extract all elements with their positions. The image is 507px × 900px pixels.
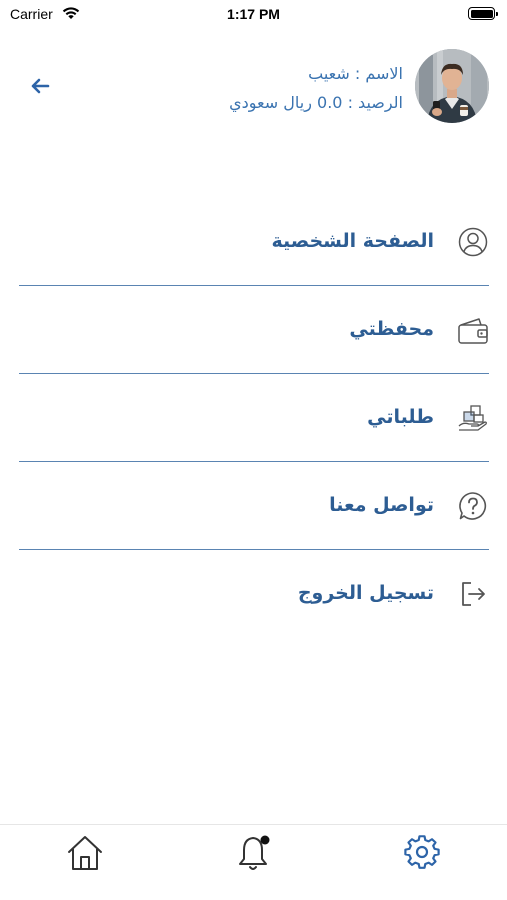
tab-settings[interactable]	[400, 833, 444, 877]
gear-icon	[404, 835, 440, 875]
notification-badge	[260, 835, 270, 845]
user-balance-line: الرصيد : 0.0 ريال سعودي	[229, 88, 403, 117]
avatar-photo	[415, 49, 489, 123]
tab-home[interactable]	[63, 833, 107, 877]
home-icon	[65, 833, 105, 877]
menu-item-orders[interactable]: طلباتي	[19, 374, 489, 462]
bell-icon	[233, 833, 273, 877]
name-label: الاسم :	[354, 64, 403, 83]
arrow-left-icon	[30, 78, 50, 98]
side-menu: الصفحة الشخصية محفظتي طلباتي تواصل معنا …	[19, 198, 489, 638]
menu-item-wallet[interactable]: محفظتي	[19, 286, 489, 374]
profile-header: الاسم : شعيب الرصيد : 0.0 ريال سعودي	[0, 45, 507, 130]
battery-icon	[468, 7, 498, 20]
menu-item-label: الصفحة الشخصية	[271, 230, 434, 252]
bottom-tab-bar	[0, 824, 507, 900]
orders-icon	[457, 402, 489, 434]
balance-label: الرصيد :	[347, 93, 403, 112]
user-name-line: الاسم : شعيب	[229, 59, 403, 88]
menu-item-profile[interactable]: الصفحة الشخصية	[19, 198, 489, 286]
question-circle-icon	[457, 490, 489, 522]
user-circle-icon	[457, 226, 489, 258]
logout-icon	[457, 578, 489, 610]
status-bar: Carrier 1:17 PM	[0, 0, 507, 30]
menu-item-label: تسجيل الخروج	[297, 582, 434, 604]
wallet-icon	[457, 314, 489, 346]
user-name: شعيب	[308, 64, 350, 83]
tab-notifications[interactable]	[231, 833, 275, 877]
menu-item-label: طلباتي	[367, 406, 434, 428]
menu-item-label: تواصل معنا	[329, 494, 434, 516]
menu-item-logout[interactable]: تسجيل الخروج	[19, 550, 489, 638]
user-info: الاسم : شعيب الرصيد : 0.0 ريال سعودي	[229, 59, 403, 117]
balance-value: 0.0 ريال سعودي	[229, 93, 343, 112]
avatar[interactable]	[415, 49, 489, 123]
status-time: 1:17 PM	[227, 6, 280, 22]
menu-item-label: محفظتي	[349, 318, 434, 340]
back-button[interactable]	[22, 73, 58, 103]
menu-item-contact[interactable]: تواصل معنا	[19, 462, 489, 550]
